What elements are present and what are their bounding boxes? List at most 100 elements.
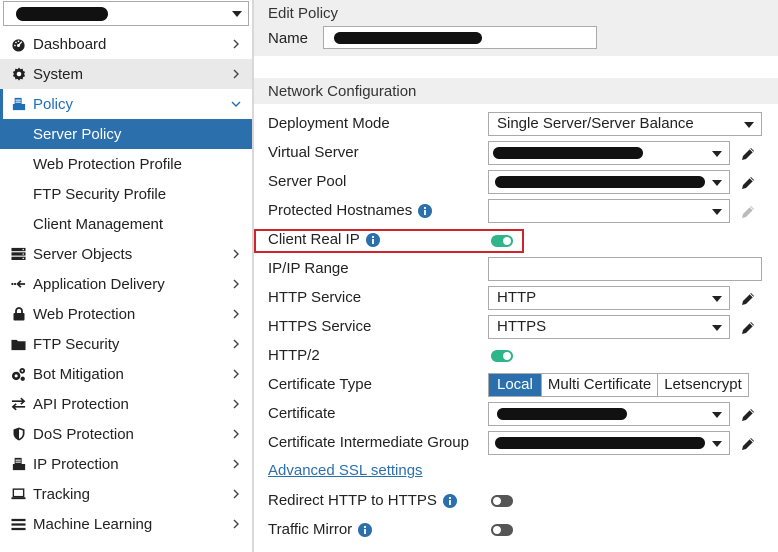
sidebar-item-api-protection[interactable]: API Protection [0,389,252,419]
chevron-down-icon [712,325,722,331]
edit-policy-panel: Edit Policy Name Network Configuration D… [254,0,778,552]
https-service-select[interactable]: HTTPS [488,315,730,339]
certificate-type-multi[interactable]: Multi Certificate [540,374,657,396]
server-pool-label: Server Pool [268,173,347,190]
sidebar-item-client-management[interactable]: Client Management [0,209,252,239]
info-icon[interactable] [442,494,457,508]
folder-icon [11,337,26,352]
sidebar-item-label: Tracking [33,485,90,503]
sidebar-item-server-policy[interactable]: Server Policy [0,119,252,149]
edit-pencil-icon[interactable] [740,175,756,191]
sidebar-item-policy[interactable]: Policy [0,89,252,119]
redirect-http-text: Redirect HTTP to HTTPS [268,492,437,509]
http-service-label: HTTP Service [268,289,362,306]
redirect-http-label: Redirect HTTP to HTTPS [268,490,457,512]
sidebar-item-ftp-security[interactable]: FTP Security [0,329,252,359]
http2-label: HTTP/2 [268,347,320,364]
delivery-icon [11,277,26,292]
sidebar-item-tracking[interactable]: Tracking [0,479,252,509]
sidebar-item-label: Web Protection [33,305,136,323]
redacted-text [16,7,108,21]
sidebar-item-label: Policy [33,95,74,113]
list-icon [11,517,26,532]
sidebar-item-dashboard[interactable]: Dashboard [0,29,252,59]
ip-icon [11,457,26,472]
chevron-down-icon [712,296,722,302]
deployment-mode-label: Deployment Mode [268,115,390,132]
chevron-right-icon [233,489,239,499]
sidebar-item-dos-protection[interactable]: DoS Protection [0,419,252,449]
ip-range-input[interactable] [488,257,762,281]
chevron-right-icon [233,309,239,319]
certificate-type-letsencrypt[interactable]: Letsencrypt [657,374,748,396]
gear-icon [11,67,26,82]
sidebar-item-label: DoS Protection [33,425,134,443]
sidebar-item-label: Client Management [33,215,164,233]
traffic-mirror-toggle[interactable] [491,524,513,536]
redacted-text [495,437,705,449]
certificate-type-local[interactable]: Local [489,374,541,396]
chevron-right-icon [233,519,239,529]
certificate-select[interactable] [488,402,730,426]
toggle-knob [503,352,511,360]
sidebar-item-ftp-security-profile[interactable]: FTP Security Profile [0,179,252,209]
lock-icon [11,307,26,322]
chevron-down-icon [712,441,722,447]
certificate-type-segmented: Local Multi Certificate Letsencrypt [488,373,749,397]
sidebar-item-label: Web Protection Profile [33,155,182,173]
info-icon[interactable] [418,204,433,218]
chevron-down-icon [231,101,241,107]
edit-pencil-icon[interactable] [740,436,756,452]
name-input[interactable] [323,26,597,49]
https-service-label: HTTPS Service [268,318,372,335]
http2-toggle[interactable] [491,350,513,362]
certificate-type-label: Certificate Type [268,376,372,393]
vdom-select[interactable] [3,1,249,26]
chevron-right-icon [233,69,239,79]
cert-intermediate-group-select[interactable] [488,431,730,455]
edit-pencil-icon [742,206,754,218]
chevron-right-icon [233,399,239,409]
policy-icon [11,97,26,112]
sidebar-item-label: IP Protection [33,455,119,473]
advanced-ssl-settings-link[interactable]: Advanced SSL settings [268,462,423,479]
info-icon[interactable] [358,523,373,537]
client-real-ip-highlight [254,229,524,253]
http-service-select[interactable]: HTTP [488,286,730,310]
toggle-knob [493,497,501,505]
sidebar-item-label: Server Objects [33,245,133,263]
sidebar-item-web-protection[interactable]: Web Protection [0,299,252,329]
edit-pencil-icon[interactable] [740,146,756,162]
edit-pencil-icon[interactable] [740,320,756,336]
edit-pencil-icon[interactable] [740,407,756,423]
protected-hostnames-select[interactable] [488,199,730,223]
sidebar-item-ip-protection[interactable]: IP Protection [0,449,252,479]
sidebar-item-machine-learning[interactable]: Machine Learning [0,509,252,539]
chevron-right-icon [233,429,239,439]
sidebar-item-label: Bot Mitigation [33,365,124,383]
edit-pencil-icon[interactable] [740,291,756,307]
certificate-label: Certificate [268,405,336,422]
server-pool-select[interactable] [488,170,730,194]
shield-icon [11,427,26,442]
sidebar-item-label: System [33,65,84,83]
server-icon [11,247,26,262]
chevron-down-icon [744,122,754,128]
ip-range-label: IP/IP Range [268,260,349,277]
virtual-server-select[interactable] [488,141,730,165]
arrows-icon [11,397,26,412]
sidebar-item-system[interactable]: System [0,59,252,89]
deployment-mode-select[interactable]: Single Server/Server Balance [488,112,762,136]
redirect-http-toggle[interactable] [491,495,513,507]
traffic-mirror-label: Traffic Mirror [268,519,373,541]
chevron-down-icon [712,209,722,215]
chevron-right-icon [233,369,239,379]
sidebar-item-server-objects[interactable]: Server Objects [0,239,252,269]
redacted-text [493,147,643,159]
http-service-value: HTTP [497,289,537,306]
sidebar-item-bot-mitigation[interactable]: Bot Mitigation [0,359,252,389]
toggle-knob [493,526,501,534]
chevron-right-icon [233,339,239,349]
sidebar-item-application-delivery[interactable]: Application Delivery [0,269,252,299]
sidebar-item-web-protection-profile[interactable]: Web Protection Profile [0,149,252,179]
